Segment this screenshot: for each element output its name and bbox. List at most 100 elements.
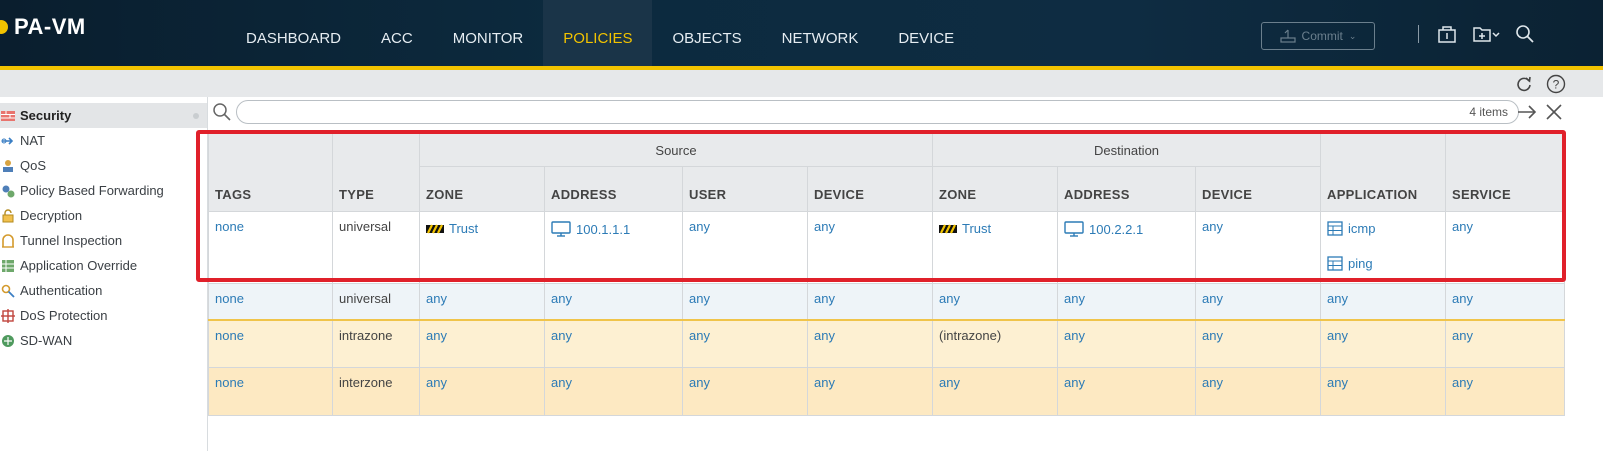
- cell-destination-zone[interactable]: Trust: [932, 211, 1059, 284]
- table-row[interactable]: none intrazone any any any any (intrazon…: [208, 319, 1566, 368]
- sidebar-item-tunnel-inspection[interactable]: Tunnel Inspection: [0, 228, 207, 253]
- nav-objects[interactable]: OBJECTS: [652, 0, 761, 66]
- cell-tags[interactable]: none: [208, 319, 333, 368]
- sidebar-item-pbf[interactable]: Policy Based Forwarding: [0, 178, 207, 203]
- col-tags[interactable]: TAGS: [208, 133, 333, 212]
- nav-dashboard[interactable]: DASHBOARD: [226, 0, 361, 66]
- table-row[interactable]: none interzone any any any any any any a…: [208, 367, 1566, 416]
- nav-device[interactable]: DEVICE: [878, 0, 974, 66]
- cell-type: interzone: [332, 367, 420, 416]
- cell-application[interactable]: any: [1320, 367, 1447, 416]
- cell-destination-address[interactable]: any: [1057, 367, 1197, 416]
- cell-application[interactable]: any: [1320, 283, 1447, 320]
- cell-tags[interactable]: none: [208, 211, 333, 284]
- cell-source-user[interactable]: any: [682, 319, 808, 368]
- col-source-user[interactable]: USER: [682, 166, 808, 212]
- table-row[interactable]: none universal any any any any any any a…: [208, 283, 1566, 320]
- cell-service[interactable]: any: [1445, 367, 1566, 416]
- cell-tags[interactable]: none: [208, 283, 333, 320]
- cell-source-device[interactable]: any: [806, 283, 934, 320]
- cell-type: intrazone: [332, 319, 420, 368]
- zone-label: Trust: [449, 221, 479, 236]
- cell-source-device[interactable]: any: [806, 319, 934, 368]
- application-icon: [1327, 256, 1343, 271]
- cell-source-device[interactable]: any: [806, 367, 934, 416]
- filter-input[interactable]: 4 items: [236, 100, 1519, 124]
- cell-destination-address[interactable]: 100.2.2.1: [1057, 211, 1197, 284]
- cell-application[interactable]: any: [1320, 319, 1447, 368]
- search-icon[interactable]: [1515, 24, 1535, 44]
- cell-destination-device[interactable]: any: [1195, 211, 1322, 284]
- cell-destination-address[interactable]: any: [1057, 283, 1197, 320]
- nav-policies[interactable]: POLICIES: [543, 0, 653, 66]
- cell-source-zone[interactable]: any: [419, 283, 545, 320]
- search-icon[interactable]: [212, 102, 232, 127]
- nav-monitor[interactable]: MONITOR: [433, 0, 544, 66]
- help-icon[interactable]: ?: [1545, 73, 1567, 95]
- sidebar-item-label: Policy Based Forwarding: [20, 183, 164, 198]
- col-application[interactable]: APPLICATION: [1320, 133, 1447, 212]
- sidebar-item-sd-wan[interactable]: SD-WAN: [0, 328, 207, 353]
- cell-destination-address[interactable]: any: [1057, 319, 1197, 368]
- nav-network[interactable]: NETWORK: [762, 0, 879, 66]
- cell-source-address[interactable]: any: [544, 283, 683, 320]
- chevron-down-icon: ⌄: [1348, 30, 1357, 41]
- application-label: ping: [1348, 256, 1373, 271]
- cell-source-user[interactable]: any: [682, 367, 808, 416]
- col-destination-device[interactable]: DEVICE: [1195, 166, 1322, 212]
- cell-source-zone[interactable]: any: [419, 367, 545, 416]
- sidebar-item-security[interactable]: Security: [0, 103, 207, 128]
- sidebar-item-decryption[interactable]: Decryption: [0, 203, 207, 228]
- col-source-zone[interactable]: ZONE: [419, 166, 545, 212]
- folder-add-icon[interactable]: [1471, 24, 1501, 44]
- cell-source-zone[interactable]: Trust: [419, 211, 545, 284]
- cell-source-address[interactable]: 100.1.1.1: [544, 211, 683, 284]
- col-destination-address[interactable]: ADDRESS: [1057, 166, 1197, 212]
- col-type[interactable]: TYPE: [332, 133, 420, 212]
- sidebar-item-qos[interactable]: QoS: [0, 153, 207, 178]
- sidebar-item-nat[interactable]: NAT: [0, 128, 207, 153]
- col-source-device[interactable]: DEVICE: [806, 166, 934, 212]
- refresh-icon[interactable]: [1513, 73, 1535, 95]
- sidebar-item-authentication[interactable]: Authentication: [0, 278, 207, 303]
- cell-destination-device[interactable]: any: [1195, 367, 1322, 416]
- cell-source-user[interactable]: any: [682, 211, 808, 284]
- cell-service[interactable]: any: [1445, 319, 1566, 368]
- close-icon[interactable]: [1544, 102, 1564, 127]
- sidebar-item-label: SD-WAN: [20, 333, 73, 348]
- cell-tags[interactable]: none: [208, 367, 333, 416]
- commit-button[interactable]: Commit ⌄: [1261, 22, 1375, 50]
- application-label: icmp: [1348, 221, 1376, 236]
- cell-application[interactable]: icmp ping: [1320, 211, 1447, 284]
- lock-icon: [0, 208, 16, 223]
- app-override-icon: [0, 259, 16, 273]
- nav-acc[interactable]: ACC: [361, 0, 433, 66]
- cell-destination-zone[interactable]: (intrazone): [932, 319, 1059, 368]
- qos-icon: [0, 159, 16, 173]
- header-actions: [1418, 24, 1535, 44]
- table-row[interactable]: none universal Trust 100.1.1.1 any any T…: [208, 211, 1566, 284]
- cell-destination-device[interactable]: any: [1195, 319, 1322, 368]
- cell-destination-zone[interactable]: any: [932, 367, 1059, 416]
- zone-label: Trust: [962, 221, 992, 236]
- cell-source-address[interactable]: any: [544, 319, 683, 368]
- cell-destination-device[interactable]: any: [1195, 283, 1322, 320]
- tool-strip: ?: [0, 70, 1603, 97]
- col-destination-zone[interactable]: ZONE: [932, 166, 1059, 212]
- cell-destination-zone[interactable]: any: [932, 283, 1059, 320]
- config-lock-icon[interactable]: [1437, 24, 1457, 44]
- cell-source-device[interactable]: any: [806, 211, 934, 284]
- arrow-right-icon[interactable]: [1516, 102, 1538, 127]
- tool-icons: ?: [1513, 73, 1567, 95]
- cell-source-address[interactable]: any: [544, 367, 683, 416]
- sidebar-item-dos-protection[interactable]: DoS Protection: [0, 303, 207, 328]
- cell-source-zone[interactable]: any: [419, 319, 545, 368]
- collapse-handle[interactable]: [193, 112, 199, 119]
- col-service[interactable]: SERVICE: [1445, 133, 1566, 212]
- sidebar-item-label: Tunnel Inspection: [20, 233, 123, 248]
- cell-service[interactable]: any: [1445, 283, 1566, 320]
- sidebar-item-application-override[interactable]: Application Override: [0, 253, 207, 278]
- col-source-address[interactable]: ADDRESS: [544, 166, 683, 212]
- cell-service[interactable]: any: [1445, 211, 1566, 284]
- cell-source-user[interactable]: any: [682, 283, 808, 320]
